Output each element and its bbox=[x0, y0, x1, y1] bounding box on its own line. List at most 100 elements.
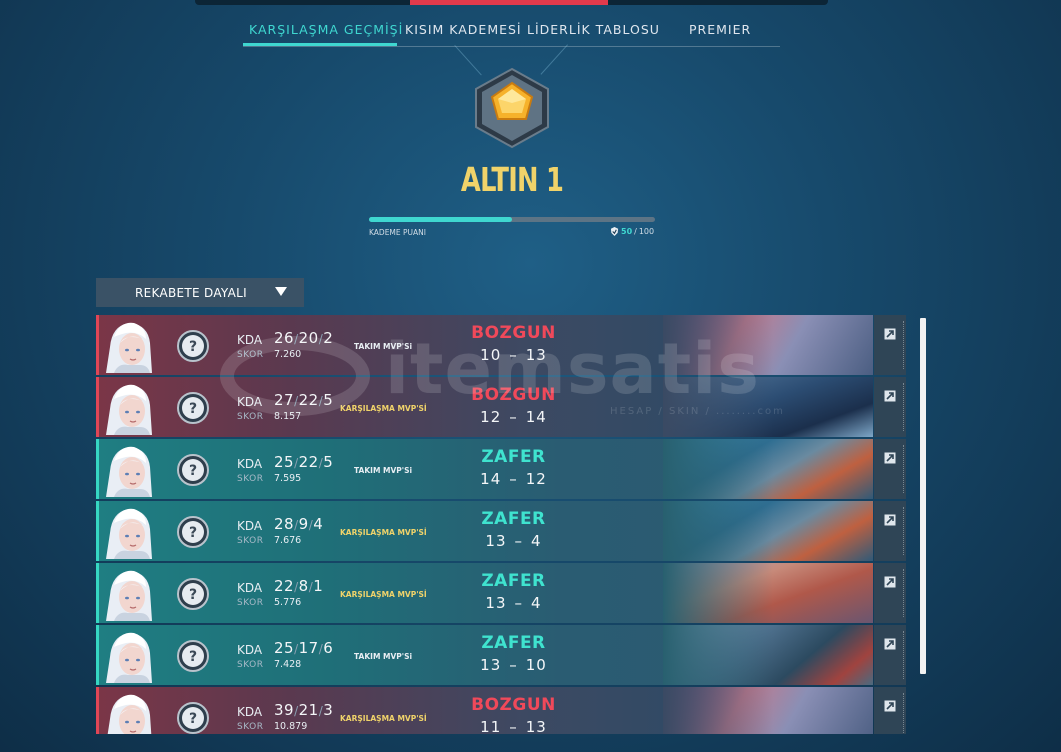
match-row[interactable]: ? KDA 26/20/2 SKOR 7.260 TAKIM MVP'Si BOZGUN 10… bbox=[96, 315, 906, 375]
rank-name: ALTIN 1 bbox=[460, 160, 564, 199]
kda-value: 25/17/6 bbox=[274, 639, 333, 657]
score-label: SKOR bbox=[237, 474, 264, 484]
svg-text:?: ? bbox=[189, 463, 197, 479]
divider bbox=[901, 507, 904, 555]
match-result: ZAFER bbox=[481, 447, 546, 467]
external-link-icon bbox=[884, 511, 896, 530]
kda-label: KDA bbox=[237, 643, 263, 657]
score-value: 10.879 bbox=[274, 721, 308, 732]
match-result: BOZGUN bbox=[471, 385, 556, 405]
match-result: BOZGUN bbox=[471, 323, 556, 343]
round-score: 14–12 bbox=[446, 470, 581, 488]
top-bar bbox=[195, 0, 828, 5]
round-score: 13–10 bbox=[446, 656, 581, 674]
match-details-button[interactable] bbox=[874, 563, 906, 623]
assists: 3 bbox=[323, 701, 334, 719]
rank-rating-value: 50/100 bbox=[610, 227, 654, 236]
kills: 39 bbox=[274, 701, 295, 719]
kda-label: KDA bbox=[237, 457, 263, 471]
score-value: 7.260 bbox=[274, 349, 302, 360]
score-value: 5.776 bbox=[274, 597, 302, 608]
map-thumbnail bbox=[663, 687, 873, 734]
scrollbar[interactable] bbox=[920, 318, 926, 674]
kills: 22 bbox=[274, 577, 295, 595]
svg-text:?: ? bbox=[189, 649, 197, 665]
match-details-button[interactable] bbox=[874, 439, 906, 499]
score-value: 7.428 bbox=[274, 659, 302, 670]
question-mark-icon: ? bbox=[177, 454, 209, 486]
match-row[interactable]: ? KDA 25/22/5 SKOR 7.595 TAKIM MVP'Si ZAFER 14–… bbox=[96, 439, 906, 499]
queue-filter-label: REKABETE DAYALI bbox=[135, 286, 247, 300]
external-link-icon bbox=[884, 573, 896, 592]
rounds-lost: 13 bbox=[525, 346, 547, 364]
score-dash: – bbox=[509, 408, 518, 426]
deaths: 21 bbox=[298, 701, 319, 719]
match-details-button[interactable] bbox=[874, 377, 906, 437]
map-fade bbox=[663, 625, 773, 685]
match-result: ZAFER bbox=[481, 633, 546, 653]
match-details-button[interactable] bbox=[874, 315, 906, 375]
rank-rating-max: 100 bbox=[638, 227, 655, 236]
divider bbox=[901, 445, 904, 493]
round-score: 11–13 bbox=[446, 718, 581, 734]
score-value: 8.157 bbox=[274, 411, 302, 422]
match-result: ZAFER bbox=[481, 571, 546, 591]
external-link-icon bbox=[884, 325, 896, 344]
rounds-won: 13 bbox=[480, 656, 502, 674]
agent-portrait bbox=[100, 317, 156, 373]
tab-leaderboard[interactable]: LİDERLİK TABLOSU bbox=[527, 22, 660, 37]
queue-filter-dropdown[interactable]: REKABETE DAYALI bbox=[96, 278, 304, 307]
match-row[interactable]: ? KDA 39/21/3 SKOR 10.879 KARŞILAŞMA MVP'Sİ BO… bbox=[96, 687, 906, 734]
map-thumbnail bbox=[663, 439, 873, 499]
rank-rating-label: KADEME PUANI bbox=[369, 228, 426, 237]
score-label: SKOR bbox=[237, 598, 264, 608]
score-dash: – bbox=[509, 470, 518, 488]
result-edge bbox=[96, 501, 99, 561]
tab-premier[interactable]: PREMIER bbox=[689, 22, 751, 37]
round-score: 10–13 bbox=[446, 346, 581, 364]
rounds-lost: 12 bbox=[525, 470, 547, 488]
gold-rank-emblem-icon bbox=[472, 67, 552, 149]
tab-match-history[interactable]: KARŞILAŞMA GEÇMİŞİ bbox=[249, 22, 403, 37]
mvp-badge: KARŞILAŞMA MVP'Sİ bbox=[340, 590, 427, 599]
result-edge bbox=[96, 625, 99, 685]
map-fade bbox=[663, 687, 773, 734]
rounds-won: 13 bbox=[485, 594, 507, 612]
score-dash: – bbox=[509, 346, 518, 364]
match-row[interactable]: ? KDA 25/17/6 SKOR 7.428 TAKIM MVP'Si ZAFER 13–… bbox=[96, 625, 906, 685]
score-dash: – bbox=[509, 718, 518, 734]
kda-value: 27/22/5 bbox=[274, 391, 333, 409]
map-fade bbox=[663, 563, 773, 623]
match-details-button[interactable] bbox=[874, 501, 906, 561]
svg-text:?: ? bbox=[189, 339, 197, 355]
external-link-icon bbox=[884, 387, 896, 406]
match-result: BOZGUN bbox=[471, 695, 556, 715]
deaths: 20 bbox=[298, 329, 319, 347]
agent-portrait bbox=[100, 503, 156, 559]
shield-icon bbox=[610, 227, 619, 236]
match-result: ZAFER bbox=[481, 509, 546, 529]
assists: 5 bbox=[323, 391, 334, 409]
match-details-button[interactable] bbox=[874, 625, 906, 685]
match-row[interactable]: ? KDA 22/8/1 SKOR 5.776 KARŞILAŞMA MVP'Sİ ZAFE… bbox=[96, 563, 906, 623]
tab-act-rank[interactable]: KISIM KADEMESİ bbox=[405, 22, 522, 37]
rank-rating-current: 50 bbox=[621, 227, 633, 236]
divider bbox=[901, 321, 904, 369]
svg-text:?: ? bbox=[189, 587, 197, 603]
rounds-won: 12 bbox=[480, 408, 502, 426]
rounds-lost: 10 bbox=[525, 656, 547, 674]
match-row[interactable]: ? KDA 28/9/4 SKOR 7.676 KARŞILAŞMA MVP'Sİ ZAFE… bbox=[96, 501, 906, 561]
score-label: SKOR bbox=[237, 412, 264, 422]
career-tabs: KARŞILAŞMA GEÇMİŞİ KISIM KADEMESİ LİDERL… bbox=[243, 22, 780, 47]
active-tab-indicator bbox=[243, 43, 397, 46]
mvp-badge: KARŞILAŞMA MVP'Sİ bbox=[340, 528, 427, 537]
result-edge bbox=[96, 687, 99, 734]
match-row[interactable]: ? KDA 27/22/5 SKOR 8.157 KARŞILAŞMA MVP'Sİ BOZ… bbox=[96, 377, 906, 437]
round-score: 13–4 bbox=[446, 594, 581, 612]
match-details-button[interactable] bbox=[874, 687, 906, 734]
agent-portrait bbox=[100, 565, 156, 621]
match-history-list: ? KDA 26/20/2 SKOR 7.260 TAKIM MVP'Si BOZGUN 10… bbox=[96, 315, 906, 734]
kda-label: KDA bbox=[237, 581, 263, 595]
result-edge bbox=[96, 315, 99, 375]
score-dash: – bbox=[514, 532, 524, 550]
